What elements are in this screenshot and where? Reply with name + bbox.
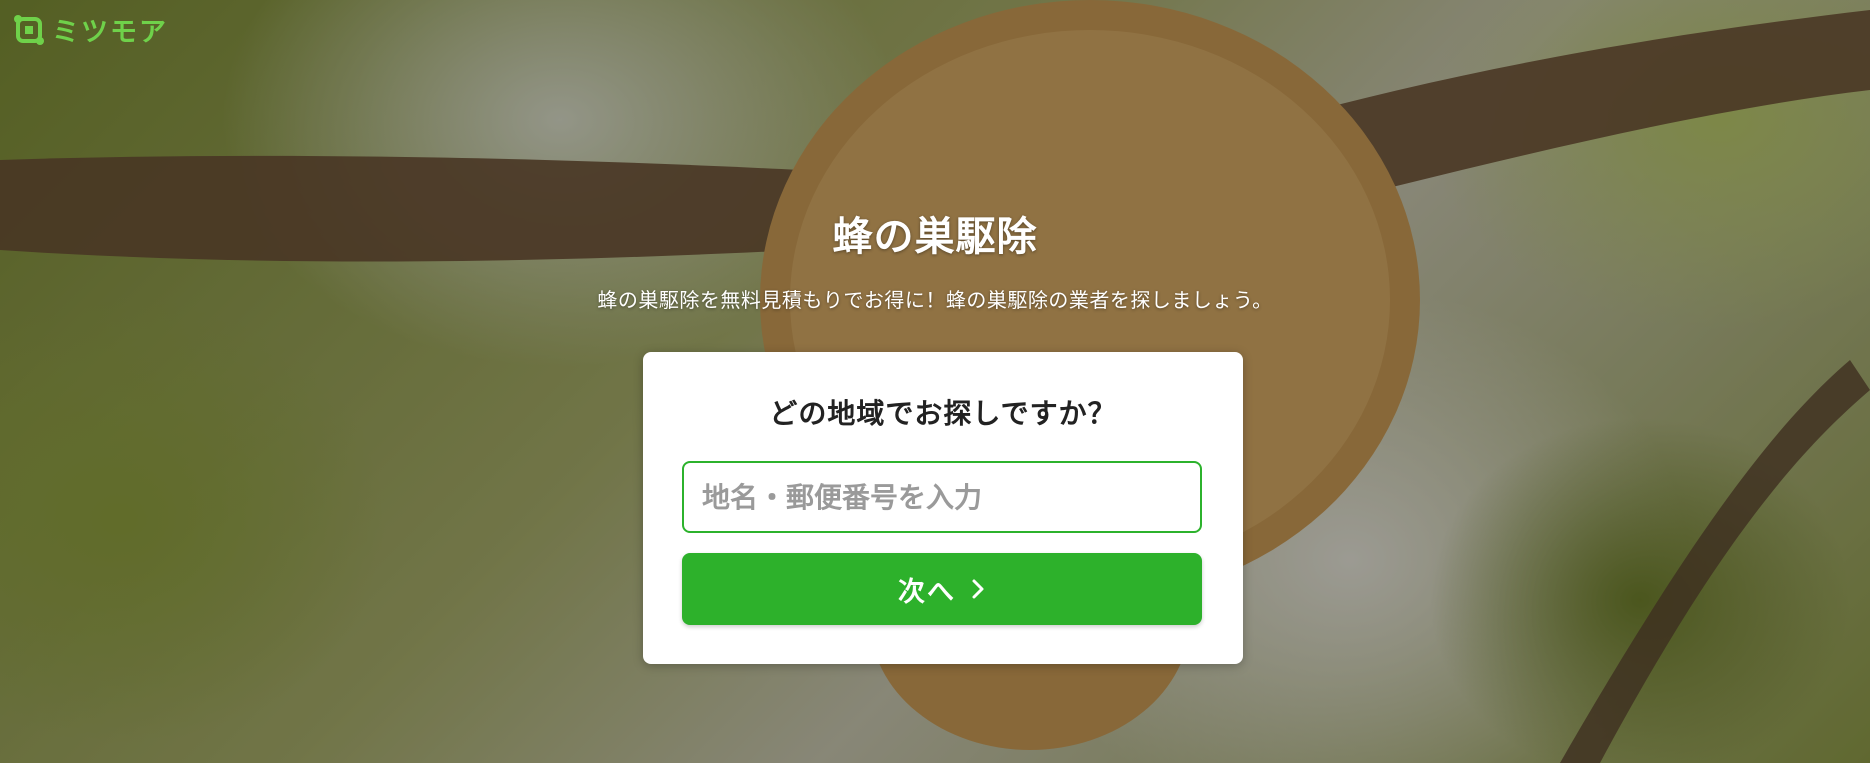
area-search-card: どの地域でお探しですか？ 次へ xyxy=(643,352,1243,664)
logo-mark-icon xyxy=(14,14,44,45)
chevron-right-icon xyxy=(972,579,984,599)
next-button-label: 次へ xyxy=(898,576,956,608)
brand-logo[interactable]: ミツモア xyxy=(12,10,168,49)
logo-text: ミツモア xyxy=(52,17,168,48)
area-search-input[interactable] xyxy=(682,461,1202,533)
next-button[interactable]: 次へ xyxy=(682,553,1202,625)
search-question: どの地域でお探しですか？ xyxy=(769,397,1117,430)
page-title: 蜂の巣駆除 xyxy=(832,214,1038,260)
page-subtitle: 蜂の巣駆除を無料見積もりでお得に！蜂の巣駆除の業者を探しましょう。 xyxy=(597,288,1273,312)
